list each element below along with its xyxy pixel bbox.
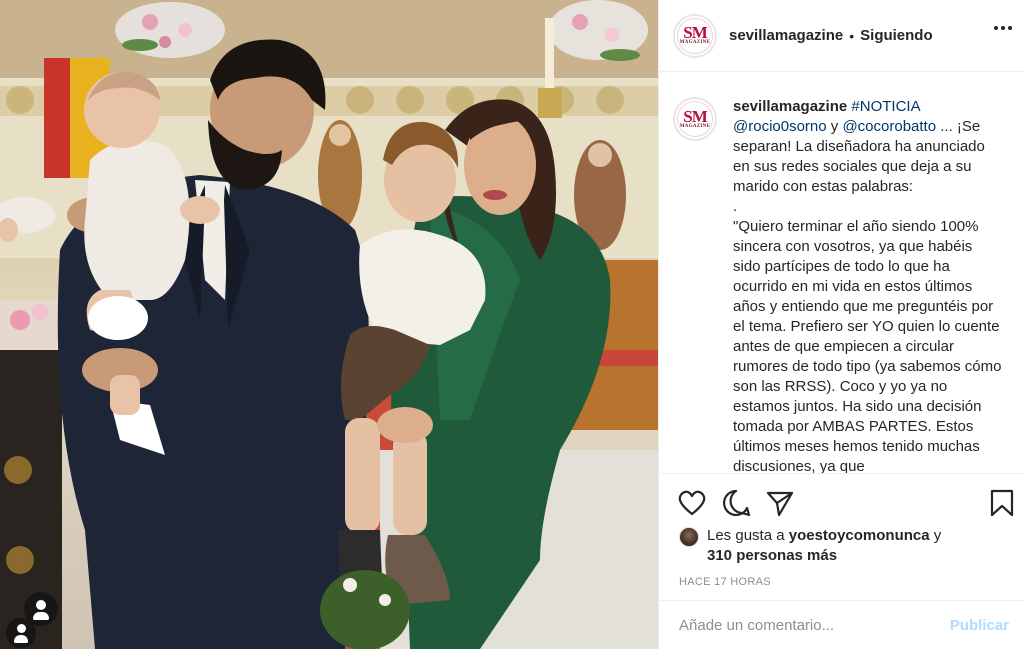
post-actions: Les gusta a yoestoycomonunca y 310 perso… [659,473,1024,649]
mention-link-1[interactable]: @rocio0sorno [733,118,827,135]
paper-plane-icon[interactable] [765,488,795,518]
liker-username-link[interactable]: yoestoycomonunca [789,527,930,544]
logo-subtitle: MAGAZINE [679,40,711,45]
liker-avatar[interactable] [679,527,699,547]
likes-prefix: Les gusta a [707,527,785,544]
logo-monogram: SM [683,106,707,126]
brand-logo: SM MAGAZINE [677,17,713,54]
heart-icon[interactable] [677,488,707,518]
caption-text: sevillamagazine #NOTICIA @rocio0sorno y … [733,97,1003,473]
logo-monogram: SM [683,23,707,42]
post-timestamp[interactable]: HACE 17 HORAS [679,576,771,588]
post-header: SM MAGAZINE sevillamagazine • Siguiendo [659,0,1024,72]
comment-bar: Publicar [659,600,1024,649]
others-likes-link[interactable]: 310 personas más [707,547,837,564]
post-photo[interactable] [0,0,658,649]
caption-section: SM MAGAZINE sevillamagazine #NOTICIA @ro… [659,73,1024,473]
mention-link-2[interactable]: @cocorobatto [842,118,936,135]
comment-icon[interactable] [721,488,751,518]
comment-input[interactable] [679,617,950,634]
separator-dot: • [849,27,855,44]
caption-avatar[interactable]: SM MAGAZINE [673,97,717,141]
caption-quote: "Quiero terminar el año siendo 100% sinc… [733,218,1002,473]
hashtag-link[interactable]: #NOTICIA [851,98,919,115]
caption-dot: . [733,198,738,215]
post-side-panel: SM MAGAZINE sevillamagazine • Siguiendo … [658,0,1024,649]
likes-summary: Les gusta a yoestoycomonunca y 310 perso… [679,526,941,566]
action-icon-row [659,474,1024,532]
publish-comment-button[interactable]: Publicar [950,617,1009,634]
caption-conjunction: y [830,118,839,135]
family-photo-illustration [0,0,658,649]
brand-logo: SM MAGAZINE [677,101,713,137]
account-avatar[interactable]: SM MAGAZINE [673,13,717,58]
bookmark-icon[interactable] [987,488,1017,518]
logo-subtitle: MAGAZINE [679,123,711,129]
tagged-user-icon-secondary[interactable] [6,618,36,648]
likes-conjunction: y [933,527,942,544]
more-options-icon[interactable] [994,26,1012,30]
follow-status-button[interactable]: Siguiendo [860,27,933,44]
account-username-link[interactable]: sevillamagazine [729,27,843,44]
caption-username-link[interactable]: sevillamagazine [733,98,847,115]
